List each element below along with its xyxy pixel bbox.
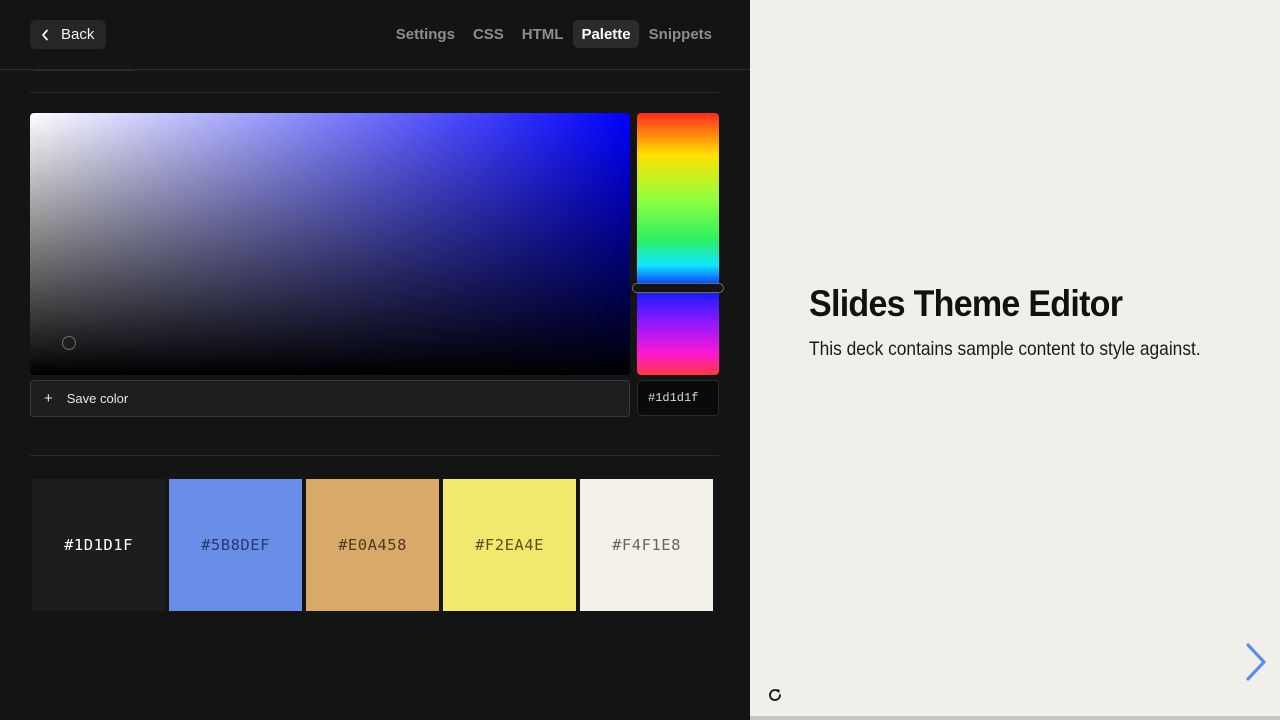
section-divider — [30, 455, 719, 456]
slide-preview: Slides Theme Editor This deck contains s… — [750, 0, 1280, 720]
palette-swatch[interactable]: #F2EA4E — [443, 479, 576, 611]
swatch-hex-label: #F2EA4E — [475, 536, 544, 554]
chevron-left-icon — [42, 29, 48, 40]
swatch-hex-label: #5B8DEF — [201, 536, 270, 554]
palette-swatch[interactable]: #1D1D1F — [32, 479, 165, 611]
saturation-value-handle[interactable] — [61, 336, 76, 351]
editor-tabs: Settings CSS HTML Palette Snippets — [388, 20, 720, 48]
editor-toolbar: Back Settings CSS HTML Palette Snippets — [0, 0, 750, 70]
slide-title: Slides Theme Editor — [809, 283, 1123, 324]
palette-swatch[interactable]: #E0A458 — [306, 479, 439, 611]
hue-slider-handle[interactable] — [632, 282, 724, 293]
hue-slider[interactable] — [632, 113, 724, 375]
save-color-label: Save color — [66, 391, 129, 406]
tab-css[interactable]: CSS — [465, 20, 512, 48]
tab-snippets[interactable]: Snippets — [641, 20, 720, 48]
swatch-hex-label: #1D1D1F — [64, 536, 133, 554]
save-color-button[interactable]: + Save color — [30, 380, 630, 417]
palette-swatch[interactable]: #F4F1E8 — [580, 479, 713, 611]
tab-palette[interactable]: Palette — [573, 20, 639, 48]
slide-subtitle: This deck contains sample content to sty… — [809, 338, 1201, 360]
palette-swatches: #1D1D1F #5B8DEF #E0A458 #F2EA4E #F4F1E8 — [32, 479, 713, 611]
tab-html[interactable]: HTML — [514, 20, 572, 48]
saturation-value-area[interactable] — [30, 113, 630, 375]
slide-progress-bar — [750, 716, 1280, 720]
theme-editor-panel: Back Settings CSS HTML Palette Snippets … — [0, 0, 750, 720]
back-button-label: Back — [61, 26, 95, 43]
section-divider — [30, 92, 719, 93]
hex-color-input[interactable] — [637, 380, 719, 416]
plus-icon: + — [44, 390, 53, 407]
swatch-hex-label: #F4F1E8 — [612, 536, 681, 554]
swatch-hex-label: #E0A458 — [338, 536, 407, 554]
palette-swatch[interactable]: #5B8DEF — [169, 479, 302, 611]
chevron-right-icon[interactable] — [1244, 643, 1268, 681]
tab-settings[interactable]: Settings — [388, 20, 463, 48]
back-button[interactable]: Back — [30, 20, 107, 49]
reload-icon[interactable] — [767, 687, 783, 703]
